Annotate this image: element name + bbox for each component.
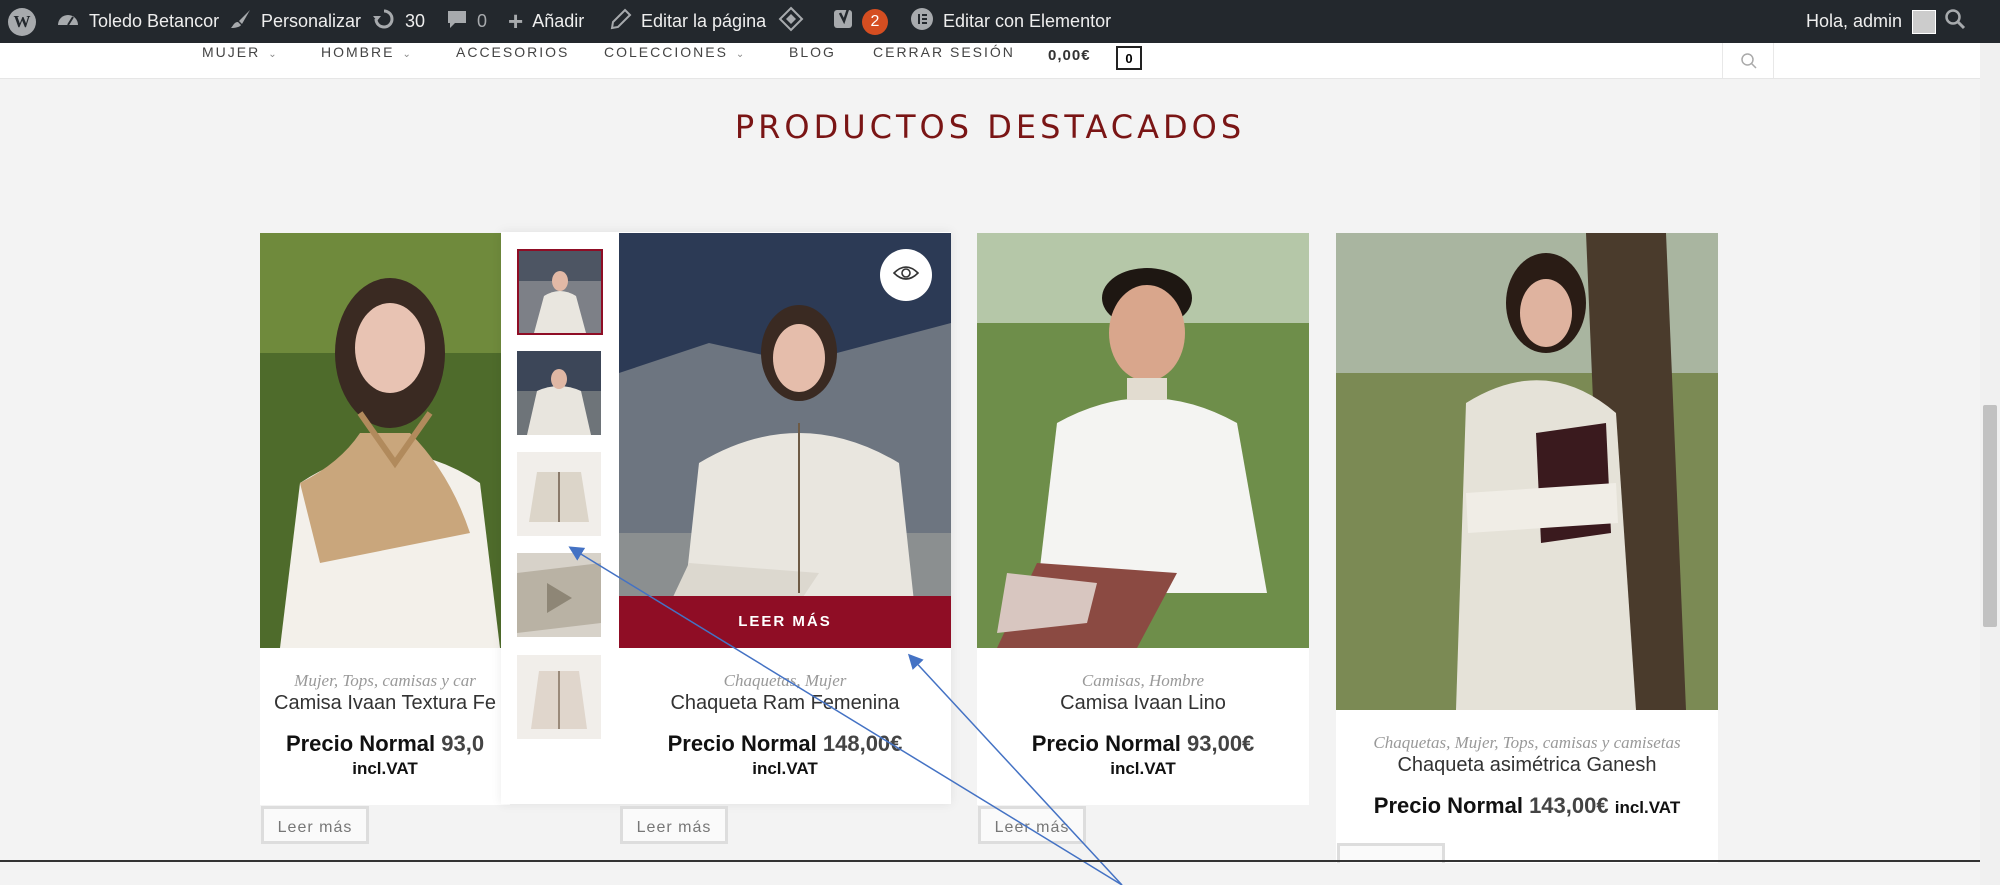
annotation-arrows [568,546,1123,885]
divider [0,860,1980,862]
scrollbar-thumb[interactable] [1983,405,1997,627]
